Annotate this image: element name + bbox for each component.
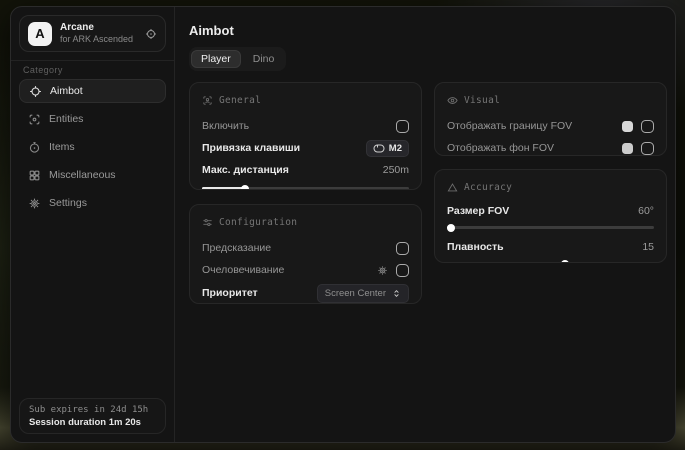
sidebar-item-label: Items	[49, 141, 75, 153]
fov-size-label: Размер FOV	[447, 205, 509, 217]
sidebar-item-items[interactable]: Items	[19, 135, 166, 159]
crosshair-icon	[29, 85, 42, 98]
max-distance-value: 250m	[383, 164, 409, 176]
max-distance-slider[interactable]	[202, 187, 409, 190]
slider-handle[interactable]	[241, 185, 249, 191]
app-window: A Arcane for ARK Ascended Category Ai	[10, 6, 676, 443]
keybind-label: Привязка клавиши	[202, 142, 300, 154]
humanization-settings-icon[interactable]	[377, 265, 388, 276]
tab-dino[interactable]: Dino	[243, 50, 285, 68]
panel-title: Visual	[464, 95, 500, 106]
panel-accuracy: Accuracy Размер FOV 60° Плавность 15	[434, 169, 667, 263]
fov-border-label: Отображать границу FOV	[447, 120, 572, 132]
panel-title: General	[219, 95, 261, 106]
panel-visual: Visual Отображать границу FOV Отображать…	[434, 82, 667, 156]
category-label: Category	[23, 65, 63, 75]
fov-border-color-swatch[interactable]	[622, 121, 633, 132]
smoothness-label: Плавность	[447, 241, 504, 253]
smoothness-slider[interactable]	[447, 262, 654, 263]
smoothness-value: 15	[642, 241, 654, 253]
humanization-checkbox[interactable]	[396, 264, 409, 277]
page-title: Aimbot	[189, 23, 234, 38]
fov-background-checkbox[interactable]	[641, 142, 654, 155]
panel-accuracy-header: Accuracy	[447, 180, 654, 194]
fov-border-checkbox[interactable]	[641, 120, 654, 133]
gear-icon	[28, 197, 41, 210]
panel-title: Configuration	[219, 217, 297, 228]
slider-fill	[202, 187, 245, 190]
sidebar-nav: Aimbot Entities Items	[19, 79, 166, 215]
panel-configuration-header: Configuration	[202, 215, 409, 229]
panel-title: Accuracy	[464, 182, 512, 193]
sidebar: A Arcane for ARK Ascended Category Ai	[11, 7, 175, 442]
fov-size-value: 60°	[638, 205, 654, 217]
grid-icon	[28, 169, 41, 182]
eye-icon	[447, 95, 458, 106]
panel-visual-header: Visual	[447, 93, 654, 107]
sidebar-item-label: Aimbot	[50, 85, 83, 97]
sidebar-item-label: Miscellaneous	[49, 169, 116, 181]
sidebar-divider	[11, 60, 174, 61]
priority-value: Screen Center	[325, 288, 386, 299]
target-icon[interactable]	[145, 28, 157, 40]
item-icon	[28, 141, 41, 154]
sidebar-item-label: Entities	[49, 113, 83, 125]
fov-background-label: Отображать фон FOV	[447, 142, 554, 154]
panel-general-header: General	[202, 93, 409, 107]
app-name: Arcane	[60, 22, 137, 35]
enable-checkbox[interactable]	[396, 120, 409, 133]
tab-player[interactable]: Player	[191, 50, 241, 68]
sidebar-item-entities[interactable]: Entities	[19, 107, 166, 131]
sidebar-item-miscellaneous[interactable]: Miscellaneous	[19, 163, 166, 187]
prediction-checkbox[interactable]	[396, 242, 409, 255]
main-content: Aimbot Player Dino General	[175, 7, 675, 442]
fov-background-color-swatch[interactable]	[622, 143, 633, 154]
chevron-up-down-icon	[392, 288, 401, 299]
slider-fill	[447, 262, 565, 263]
subscription-card: Sub expires in 24d 15h Session duration …	[19, 398, 166, 434]
prediction-label: Предсказание	[202, 242, 271, 254]
priority-dropdown[interactable]: Screen Center	[317, 284, 409, 303]
humanization-label: Очеловечивание	[202, 264, 284, 276]
keybind-value: M2	[389, 143, 402, 154]
fov-size-slider[interactable]	[447, 226, 654, 229]
triangle-icon	[447, 182, 458, 193]
sidebar-item-settings[interactable]: Settings	[19, 191, 166, 215]
app-subtitle: for ARK Ascended	[60, 34, 137, 45]
enable-label: Включить	[202, 120, 249, 132]
scan-icon	[28, 113, 41, 126]
keybind-button[interactable]: M2	[366, 140, 409, 157]
tab-bar: Player Dino	[189, 47, 286, 71]
slider-handle[interactable]	[447, 224, 455, 232]
app-header-card: A Arcane for ARK Ascended	[19, 15, 166, 52]
sidebar-item-aimbot[interactable]: Aimbot	[19, 79, 166, 103]
sidebar-item-label: Settings	[49, 197, 87, 209]
panel-general: General Включить Привязка клавиши	[189, 82, 422, 190]
sliders-icon	[202, 217, 213, 228]
panel-configuration: Configuration Предсказание Очеловечивани…	[189, 204, 422, 304]
max-distance-label: Макс. дистанция	[202, 164, 289, 176]
sub-expiry-text: Sub expires in 24d 15h	[29, 405, 156, 415]
session-duration-text: Session duration 1m 20s	[29, 417, 156, 428]
app-logo: A	[28, 22, 52, 46]
slider-handle[interactable]	[561, 260, 569, 264]
person-scan-icon	[202, 95, 213, 106]
mouse-icon	[373, 144, 385, 153]
priority-label: Приоритет	[202, 287, 258, 299]
